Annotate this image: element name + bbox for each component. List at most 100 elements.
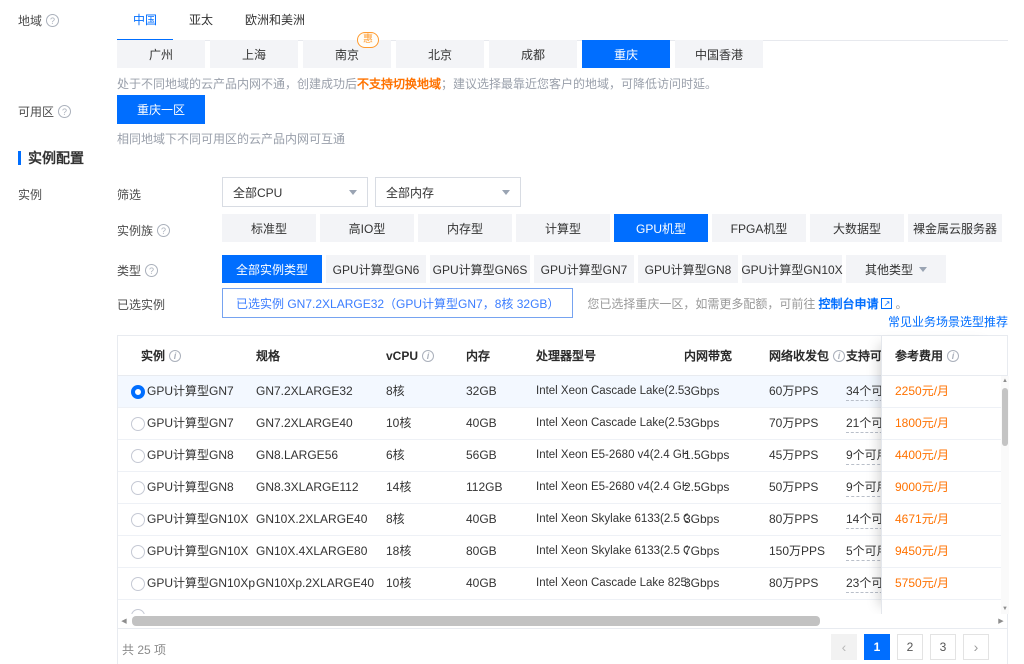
type-button-4[interactable]: GPU计算型GN8 — [638, 255, 738, 283]
type-label: 类型 — [117, 262, 158, 279]
col-header-text: 处理器型号 — [536, 347, 596, 364]
region-tab-2[interactable]: 欧洲和美洲 — [229, 2, 321, 40]
row-radio[interactable] — [131, 481, 145, 495]
region-tab-0[interactable]: 中国 — [117, 2, 173, 40]
instance-purchase-page: 地域 中国亚太欧洲和美洲 广州上海南京惠北京成都重庆中国香港 处于不同地域的云产… — [0, 0, 1024, 664]
instance-row-1[interactable]: GPU计算型GN7GN7.2XLARGE4010核40GBIntel Xeon … — [118, 408, 1007, 440]
instance-row-2[interactable]: GPU计算型GN8GN8.LARGE566核56GBIntel Xeon E5-… — [118, 440, 1007, 472]
info-icon[interactable] — [833, 350, 845, 362]
city-button-6[interactable]: 中国香港 — [675, 40, 763, 68]
vertical-scroll-thumb[interactable] — [1002, 388, 1008, 446]
instance-row-0[interactable]: GPU计算型GN7GN7.2XLARGE328核32GBIntel Xeon C… — [118, 376, 1007, 408]
family-label: 实例族 — [117, 222, 170, 239]
cell-pps: 45万PPS — [769, 440, 818, 471]
row-radio[interactable] — [131, 417, 145, 431]
instance-row-7[interactable] — [118, 600, 1007, 614]
cell-pps: 50万PPS — [769, 472, 818, 503]
horizontal-scroll-track[interactable] — [130, 616, 995, 626]
city-button-4[interactable]: 成都 — [489, 40, 577, 68]
cell-pps: 80万PPS — [769, 504, 818, 535]
col-header-text: 规格 — [256, 347, 280, 364]
region-note-warning: 不支持切换地域 — [357, 77, 441, 91]
horizontal-scrollbar[interactable] — [118, 614, 1007, 628]
type-button-6[interactable]: 其他类型 — [846, 255, 946, 283]
instance-row-3[interactable]: GPU计算型GN8GN8.3XLARGE11214核112GBIntel Xeo… — [118, 472, 1007, 504]
family-button-1[interactable]: 高IO型 — [320, 214, 414, 242]
vertical-scrollbar[interactable] — [1001, 376, 1009, 614]
pagination-page-2[interactable]: 2 — [897, 634, 923, 660]
section-title-text: 实例配置 — [28, 148, 84, 168]
cell-mem: 40GB — [466, 504, 497, 535]
type-label-text: 类型 — [117, 262, 141, 279]
info-icon[interactable] — [169, 350, 181, 362]
console-apply-link[interactable]: 控制台申请 — [818, 295, 878, 312]
city-button-1[interactable]: 上海 — [210, 40, 298, 68]
instance-family-list: 标准型高IO型内存型计算型GPU机型FPGA机型大数据型裸金属云服务器 — [222, 214, 1002, 242]
cell-cpu_model: Intel Xeon Skylake 6133(2.5 GHz) — [536, 504, 688, 535]
cell-pps: 150万PPS — [769, 536, 825, 567]
family-button-5[interactable]: FPGA机型 — [712, 214, 806, 242]
col-header-2: vCPU — [386, 336, 434, 375]
info-icon[interactable] — [422, 350, 434, 362]
pagination-next-button[interactable] — [963, 634, 989, 660]
scroll-down-icon[interactable] — [1001, 604, 1009, 614]
quota-note-prefix: 您已选择重庆一区，如需更多配额，可前往 — [587, 295, 815, 312]
cell-pps: 60万PPS — [769, 376, 818, 407]
cell-pps: 80万PPS — [769, 568, 818, 599]
region-tab-1[interactable]: 亚太 — [173, 2, 229, 40]
scenario-recommend-link[interactable]: 常见业务场景选型推荐 — [888, 313, 1008, 330]
family-button-3[interactable]: 计算型 — [516, 214, 610, 242]
family-button-4[interactable]: GPU机型 — [614, 214, 708, 242]
row-radio[interactable] — [131, 449, 145, 463]
type-button-0[interactable]: 全部实例类型 — [222, 255, 322, 283]
cell-pps: 70万PPS — [769, 408, 818, 439]
type-button-5[interactable]: GPU计算型GN10X — [742, 255, 842, 283]
pagination-prev-button[interactable] — [831, 634, 857, 660]
family-button-0[interactable]: 标准型 — [222, 214, 316, 242]
table-footer: 共 25 项 123 — [118, 628, 1007, 664]
row-radio[interactable] — [131, 545, 145, 559]
memory-filter-select[interactable]: 全部内存 — [375, 177, 521, 207]
col-header-4: 处理器型号 — [536, 336, 596, 375]
scroll-left-icon[interactable] — [118, 617, 130, 625]
help-icon[interactable] — [46, 14, 59, 27]
total-count: 共 25 项 — [122, 641, 166, 658]
cell-bandwidth: 3Gbps — [684, 504, 719, 535]
quota-note-suffix: 。 — [895, 295, 907, 312]
help-icon[interactable] — [58, 105, 71, 118]
help-icon[interactable] — [157, 224, 170, 237]
instance-row-5[interactable]: GPU计算型GN10XGN10X.4XLARGE8018核80GBIntel X… — [118, 536, 1007, 568]
scroll-right-icon[interactable] — [995, 617, 1007, 625]
region-note: 处于不同地域的云产品内网不通，创建成功后不支持切换地域；建议选择最靠近您客户的地… — [117, 75, 717, 92]
help-icon[interactable] — [145, 264, 158, 277]
row-radio[interactable] — [131, 513, 145, 527]
scroll-up-icon[interactable] — [1001, 376, 1009, 386]
cell-vcpu: 10核 — [386, 568, 411, 599]
cell-price: 2250元/月 — [882, 376, 1001, 408]
family-button-6[interactable]: 大数据型 — [810, 214, 904, 242]
family-button-7[interactable]: 裸金属云服务器 — [908, 214, 1002, 242]
cell-bandwidth: 2.5Gbps — [684, 472, 729, 503]
row-radio[interactable] — [131, 577, 145, 591]
pagination-page-3[interactable]: 3 — [930, 634, 956, 660]
pagination-page-1[interactable]: 1 — [864, 634, 890, 660]
instance-row-6[interactable]: GPU计算型GN10XpGN10Xp.2XLARGE4010核40GBIntel… — [118, 568, 1007, 600]
external-link-icon[interactable] — [881, 298, 892, 309]
city-button-2[interactable]: 南京惠 — [303, 40, 391, 68]
col-header-text: 内存 — [466, 347, 490, 364]
row-radio[interactable] — [131, 385, 145, 399]
family-button-2[interactable]: 内存型 — [418, 214, 512, 242]
city-button-3[interactable]: 北京 — [396, 40, 484, 68]
cell-mem: 80GB — [466, 536, 497, 567]
horizontal-scroll-thumb[interactable] — [132, 616, 820, 626]
type-button-1[interactable]: GPU计算型GN6 — [326, 255, 426, 283]
info-icon[interactable] — [947, 350, 959, 362]
city-button-5[interactable]: 重庆 — [582, 40, 670, 68]
cpu-filter-select[interactable]: 全部CPU — [222, 177, 368, 207]
zone-chongqing-1-button[interactable]: 重庆一区 — [117, 95, 205, 124]
city-button-0[interactable]: 广州 — [117, 40, 205, 68]
type-button-3[interactable]: GPU计算型GN7 — [534, 255, 634, 283]
cell-cpu_model: Intel Xeon E5-2680 v4(2.4 GHz) — [536, 440, 688, 471]
instance-row-4[interactable]: GPU计算型GN10XGN10X.2XLARGE408核40GBIntel Xe… — [118, 504, 1007, 536]
type-button-2[interactable]: GPU计算型GN6S — [430, 255, 530, 283]
